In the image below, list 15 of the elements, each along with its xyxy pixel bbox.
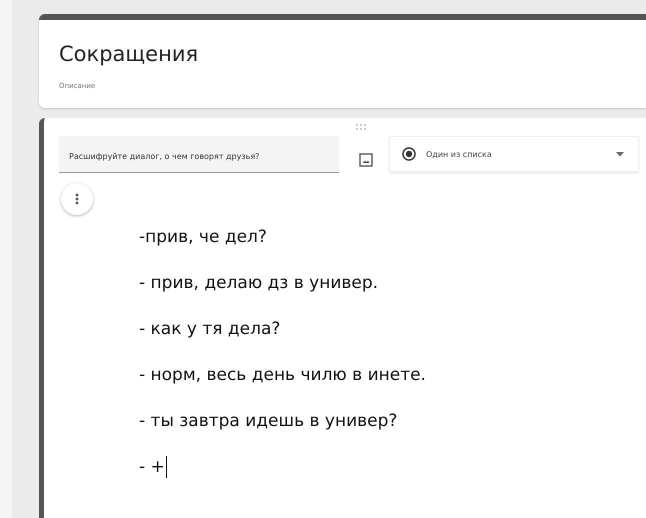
image-icon[interactable] xyxy=(359,153,373,167)
dialog-line: - ты завтра идешь в универ? xyxy=(139,411,398,431)
dialog-line: -прив, че дел? xyxy=(139,227,267,247)
radio-icon xyxy=(402,147,416,161)
more-vertical-icon xyxy=(75,193,79,205)
drag-handle-icon[interactable] xyxy=(356,124,366,130)
question-title-field[interactable]: Расшифруйте диалог, о чем говорят друзья? xyxy=(59,136,339,173)
dialog-line: - как у тя дела? xyxy=(139,319,280,339)
caret-icon xyxy=(616,152,624,156)
dialog-line: - + xyxy=(139,457,165,477)
more-options-button[interactable] xyxy=(61,183,93,215)
form-title[interactable]: Сокращения xyxy=(59,42,646,66)
dialog-line: - прив, делаю дз в универ. xyxy=(139,273,378,293)
dialog-line: - норм, весь день чилю в инете. xyxy=(139,365,426,385)
question-type-dropdown[interactable]: Один из списка xyxy=(389,136,639,172)
